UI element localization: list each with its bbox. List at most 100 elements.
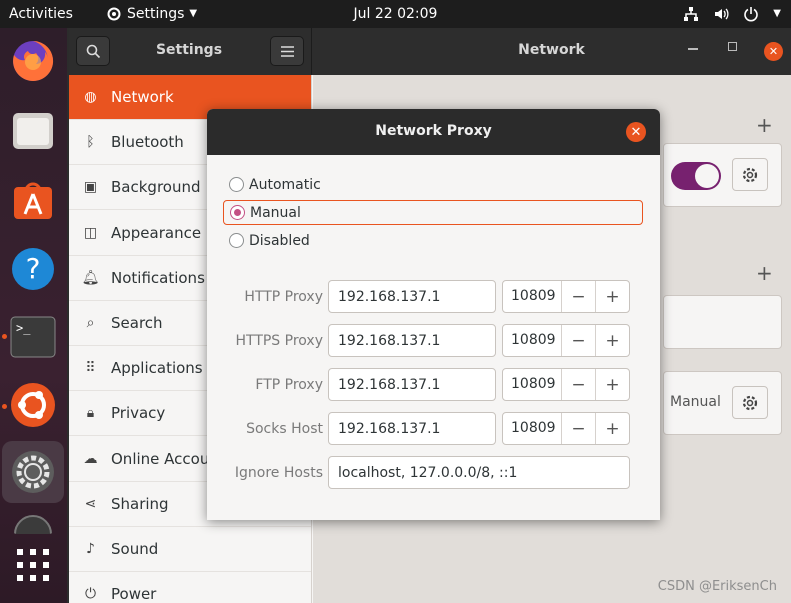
radio-checked-icon[interactable]: [230, 205, 245, 220]
gear-icon: [107, 7, 121, 21]
app-menu[interactable]: Settings ▼: [106, 5, 197, 23]
sidebar-title: Settings: [155, 42, 223, 58]
http-proxy-port-spinner: −+: [502, 280, 630, 313]
minimize-button[interactable]: [688, 48, 698, 50]
mode-disabled[interactable]: Disabled: [223, 228, 643, 253]
socks-host-host-input[interactable]: [328, 412, 496, 445]
vpn-panel: [663, 295, 782, 349]
top-bar: Activities Settings ▼ Jul 22 02:09 ▼: [0, 0, 791, 28]
mode-manual[interactable]: Manual: [223, 200, 643, 225]
music-icon: ♪: [86, 541, 95, 557]
dialog-header: Network Proxy ✕: [207, 109, 660, 155]
app-menu-label: Settings: [127, 6, 185, 22]
https-proxy-host-input[interactable]: [328, 324, 496, 357]
network-icon: ◍: [84, 89, 97, 105]
close-button[interactable]: ✕: [764, 42, 783, 61]
sidebar-item-sound[interactable]: ♪ Sound: [69, 527, 311, 572]
cloud-icon: ☁: [83, 450, 98, 467]
sidebar-item-label: Privacy: [111, 404, 166, 423]
increment-button[interactable]: +: [595, 281, 629, 312]
https-proxy-port-input[interactable]: [503, 325, 561, 356]
system-tray[interactable]: ▼: [683, 5, 781, 23]
files-launcher[interactable]: [8, 106, 58, 156]
search-icon: ⌕: [86, 315, 95, 331]
mode-automatic[interactable]: Automatic: [223, 172, 643, 197]
sidebar-header: Settings: [69, 28, 312, 75]
share-icon: ⋖: [84, 495, 97, 512]
terminal-launcher[interactable]: >_: [8, 312, 58, 362]
http-proxy-label: HTTP Proxy: [244, 289, 323, 305]
firefox-launcher[interactable]: [8, 36, 58, 86]
network-wired-icon: [684, 7, 699, 21]
add-vpn-button[interactable]: +: [756, 113, 773, 137]
socks-host-port-spinner: −+: [502, 412, 630, 445]
main-header: Network ✕: [312, 28, 791, 75]
ubuntu-icon: [11, 383, 55, 427]
clock[interactable]: Jul 22 02:09: [354, 6, 438, 22]
ubuntu-launcher[interactable]: [8, 380, 58, 430]
ftp-proxy-label: FTP Proxy: [255, 377, 323, 393]
ignore-hosts-input[interactable]: [328, 456, 630, 489]
caret-down-icon: ▼: [189, 8, 198, 19]
socks-host-label: Socks Host: [246, 421, 323, 437]
wired-panel: [663, 143, 782, 207]
partial-launcher[interactable]: [8, 514, 58, 534]
sidebar-item-power[interactable]: ⏻ Power: [69, 572, 311, 603]
wired-toggle[interactable]: [671, 162, 721, 190]
gear-icon: [742, 167, 758, 182]
terminal-icon: >_: [10, 316, 56, 358]
ftp-proxy-port-spinner: −+: [502, 368, 630, 401]
svg-text:?: ?: [26, 252, 41, 285]
decrement-button[interactable]: −: [561, 413, 595, 444]
help-icon: ?: [12, 248, 54, 290]
settings-launcher[interactable]: [2, 441, 64, 503]
ftp-proxy-host-input[interactable]: [328, 368, 496, 401]
sidebar-item-label: Network: [111, 88, 174, 106]
software-store-icon: [14, 182, 52, 219]
sidebar-item-label: Appearance: [111, 223, 202, 242]
menu-button[interactable]: [270, 36, 304, 66]
app-icon: [14, 515, 52, 534]
page-title: Network: [518, 42, 585, 58]
radio-unchecked-icon[interactable]: [229, 177, 244, 192]
https-proxy-port-spinner: −+: [502, 324, 630, 357]
socks-host-port-input[interactable]: [503, 413, 561, 444]
svg-text:>_: >_: [16, 321, 31, 335]
watermark: CSDN @EriksenCh: [657, 579, 777, 594]
maximize-button[interactable]: [728, 42, 737, 51]
app-grid-icon: [17, 549, 49, 581]
firefox-icon: [13, 40, 54, 81]
increment-button[interactable]: +: [595, 413, 629, 444]
decrement-button[interactable]: −: [561, 325, 595, 356]
sidebar-item-label: Power: [111, 585, 157, 603]
lock-icon: 🔒︎: [86, 405, 95, 422]
network-proxy-dialog: Network Proxy ✕ Automatic Manual Disabled …: [207, 109, 660, 520]
help-launcher[interactable]: ?: [8, 244, 58, 294]
sidebar-item-label: Background: [111, 178, 201, 197]
power-icon: [744, 7, 759, 22]
sidebar-item-label: Search: [111, 314, 163, 332]
increment-button[interactable]: +: [595, 325, 629, 356]
mode-label: Manual: [250, 204, 301, 221]
add-connection-button[interactable]: +: [756, 261, 773, 285]
decrement-button[interactable]: −: [561, 369, 595, 400]
activities-button[interactable]: Activities: [9, 5, 73, 23]
software-launcher[interactable]: [8, 176, 58, 226]
proxy-settings-button[interactable]: [732, 386, 768, 419]
wired-settings-button[interactable]: [732, 158, 768, 191]
ftp-proxy-port-input[interactable]: [503, 369, 561, 400]
sidebar-item-label: Notifications: [111, 268, 205, 287]
show-apps-button[interactable]: [8, 540, 58, 590]
sidebar-item-label: Sound: [111, 540, 159, 558]
http-proxy-port-input[interactable]: [503, 281, 561, 312]
decrement-button[interactable]: −: [561, 281, 595, 312]
dialog-close-button[interactable]: ✕: [626, 122, 646, 142]
http-proxy-host-input[interactable]: [328, 280, 496, 313]
dialog-title: Network Proxy: [375, 123, 492, 139]
search-button[interactable]: [76, 36, 110, 66]
mode-label: Automatic: [249, 176, 321, 193]
search-icon: [86, 44, 100, 58]
radio-unchecked-icon[interactable]: [229, 233, 244, 248]
increment-button[interactable]: +: [595, 369, 629, 400]
volume-icon: [715, 8, 729, 20]
